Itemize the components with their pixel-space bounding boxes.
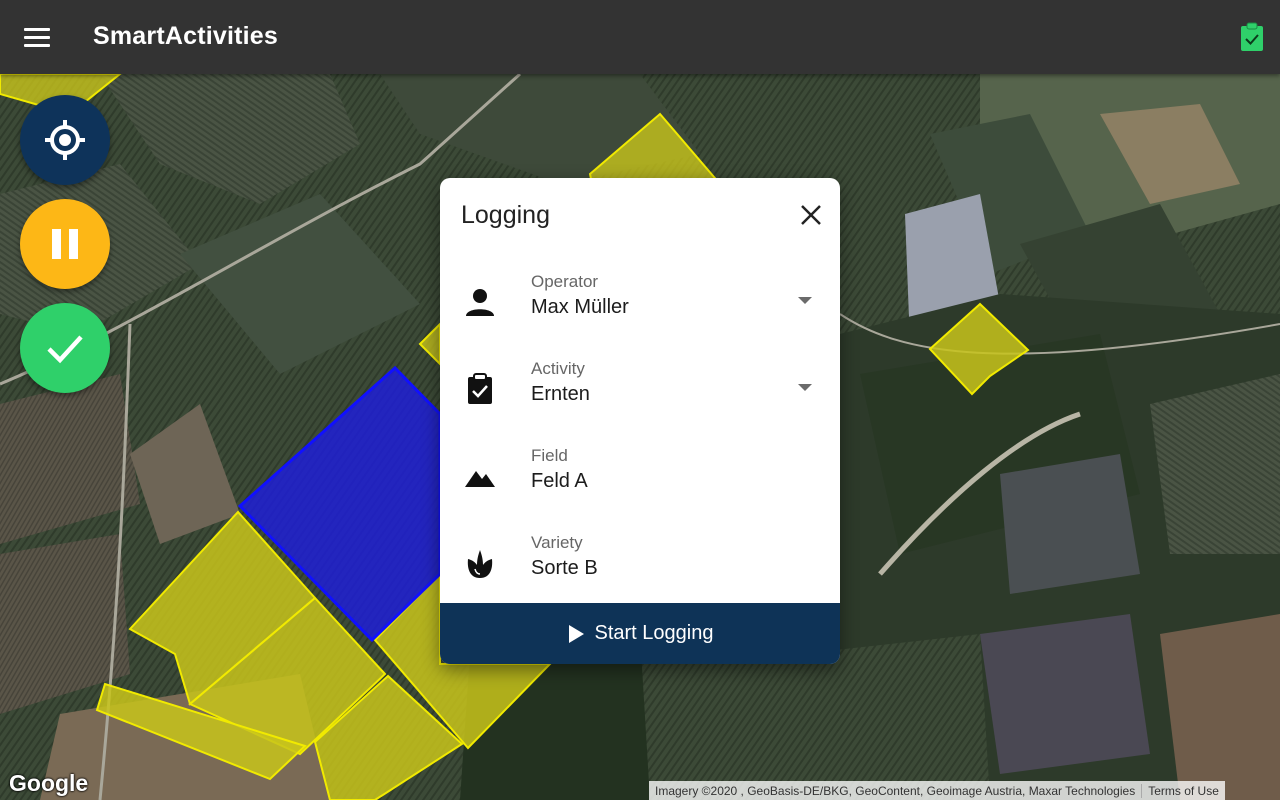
variety-label: Variety (531, 533, 583, 552)
flower-icon (467, 550, 493, 578)
activity-value: Ernten (531, 383, 590, 405)
my-location-icon (45, 120, 85, 160)
dropdown-arrow-icon (798, 297, 812, 304)
menu-icon (24, 27, 50, 31)
imagery-attribution: Imagery ©2020 , GeoBasis-DE/BKG, GeoCont… (655, 783, 1136, 798)
start-logging-button[interactable]: Start Logging (440, 603, 840, 664)
app-title: SmartActivities (93, 22, 279, 50)
dropdown-arrow-icon (798, 384, 812, 391)
pause-icon (52, 229, 78, 259)
activity-label: Activity (531, 359, 585, 378)
field-value: Feld A (531, 470, 588, 492)
check-icon (47, 335, 83, 364)
variety-row: Variety Sorte B (440, 527, 840, 597)
variety-value: Sorte B (531, 557, 598, 579)
operator-select[interactable]: Operator Max Müller (440, 266, 840, 336)
operator-value: Max Müller (531, 296, 629, 318)
terms-of-use-link[interactable]: Terms of Use (1141, 783, 1225, 798)
app-bar: SmartActivities (0, 0, 1280, 74)
logging-dialog: Logging Operator Max Müller Activity Ern… (440, 178, 840, 664)
field-row: Field Feld A (440, 440, 840, 510)
dialog-title: Logging (461, 201, 550, 229)
menu-button[interactable] (18, 18, 56, 56)
clipboard-check-icon (468, 373, 492, 404)
finish-button[interactable] (20, 303, 110, 393)
terrain-icon (465, 471, 495, 487)
google-logo: Google (9, 770, 89, 796)
close-icon[interactable] (798, 202, 824, 228)
locate-me-button[interactable] (20, 95, 110, 185)
person-icon (466, 289, 494, 316)
clipboard-check-icon[interactable] (1240, 22, 1264, 52)
map-attribution-bar: Imagery ©2020 , GeoBasis-DE/BKG, GeoCont… (649, 781, 1225, 800)
field-label: Field (531, 446, 568, 465)
play-icon (568, 624, 584, 643)
start-logging-label: Start Logging (594, 622, 714, 644)
activity-select[interactable]: Activity Ernten (440, 353, 840, 423)
pause-button[interactable] (20, 199, 110, 289)
operator-label: Operator (531, 272, 599, 291)
